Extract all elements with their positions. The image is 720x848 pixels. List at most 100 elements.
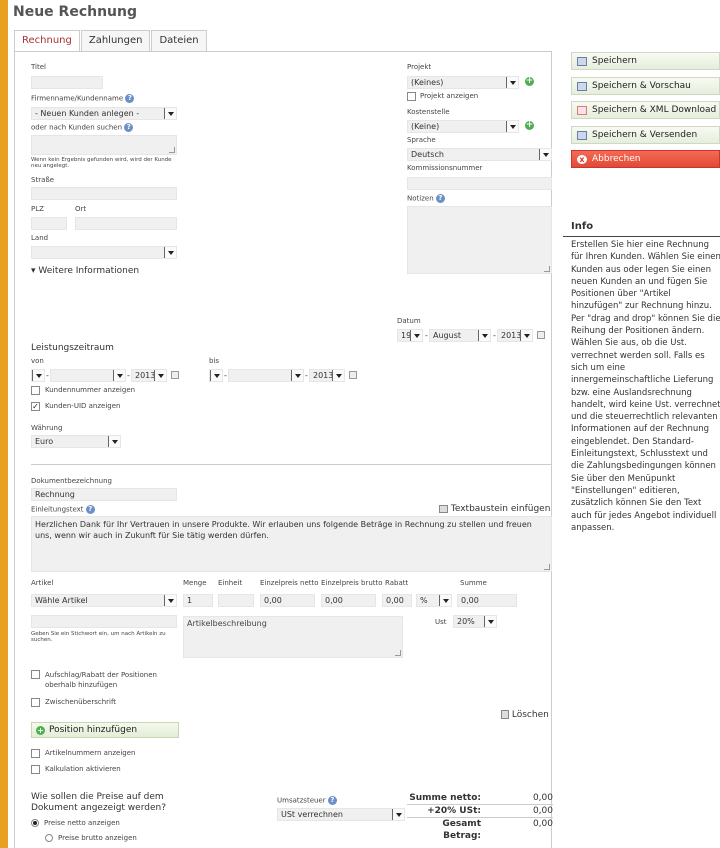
land-label: Land: [31, 234, 49, 242]
help-icon[interactable]: ?: [327, 796, 337, 805]
datum-day-select[interactable]: 19: [397, 329, 423, 342]
preise-netto-label: Preise netto anzeigen: [44, 819, 120, 827]
date-separator: -: [493, 331, 496, 340]
zwischenueberschrift-checkbox[interactable]: [31, 698, 40, 707]
tab-dateien[interactable]: Dateien: [151, 30, 207, 52]
preise-netto-radio[interactable]: [31, 819, 39, 827]
einleitung-textarea[interactable]: Herzlichen Dank für Ihr Vertrauen in uns…: [31, 516, 552, 572]
dokbez-input[interactable]: Rechnung: [31, 488, 177, 501]
calendar-icon[interactable]: [171, 371, 179, 379]
kundenuid-checkbox[interactable]: ✓: [31, 402, 40, 411]
speichern-versenden-button[interactable]: Speichern & Versenden: [571, 126, 720, 144]
waehrung-select[interactable]: Euro: [31, 435, 121, 448]
von-day-select[interactable]: [31, 369, 45, 382]
ort-input[interactable]: [75, 217, 177, 230]
brutto-input[interactable]: 0,00: [321, 594, 376, 607]
titel-input[interactable]: [31, 76, 103, 89]
netto-input[interactable]: 0,00: [260, 594, 315, 607]
projekt-select[interactable]: (Keines): [407, 76, 519, 89]
chevron-down-icon: [539, 149, 551, 160]
einheit-input[interactable]: [218, 594, 254, 607]
preview-icon: [577, 81, 587, 91]
calendar-icon[interactable]: [349, 371, 357, 379]
tab-zahlungen[interactable]: Zahlungen: [80, 30, 151, 52]
chevron-down-icon: [164, 595, 176, 606]
bis-year-select[interactable]: 2013: [309, 369, 345, 382]
textbaustein-button[interactable]: Textbaustein einfügen: [439, 504, 550, 514]
kommission-input[interactable]: [407, 177, 552, 190]
land-select[interactable]: [31, 246, 177, 259]
sprache-label: Sprache: [407, 136, 436, 144]
bis-month-select[interactable]: [228, 369, 304, 382]
speichern-button[interactable]: Speichern: [571, 52, 720, 70]
calendar-icon[interactable]: [537, 331, 545, 339]
waehrung-label: Währung: [31, 424, 63, 432]
trash-icon: [501, 710, 509, 719]
help-icon[interactable]: ?: [85, 505, 95, 514]
artikel-stichwort-input[interactable]: [31, 615, 177, 628]
summe-value: 0,00: [457, 594, 517, 607]
position-hinzufuegen-button[interactable]: + Position hinzufügen: [31, 722, 179, 738]
kunden-suche-input[interactable]: [31, 135, 177, 155]
ust-select[interactable]: 20%: [453, 615, 497, 628]
kostenstelle-select[interactable]: (Keine): [407, 120, 519, 133]
chevron-down-icon: [332, 370, 344, 381]
mail-icon: [577, 130, 587, 140]
date-separator: -: [305, 371, 308, 380]
add-projekt-icon[interactable]: +: [525, 77, 534, 86]
plz-input[interactable]: [31, 217, 67, 230]
weitere-informationen-toggle[interactable]: ▾ Weitere Informationen: [31, 266, 139, 276]
help-icon[interactable]: ?: [124, 123, 134, 132]
rabatt-input[interactable]: 0,00: [382, 594, 412, 607]
projekt-anzeigen-checkbox[interactable]: [407, 92, 416, 101]
kommission-label: Kommissionsnummer: [407, 164, 483, 172]
add-kostenstelle-icon[interactable]: +: [525, 121, 534, 130]
summe-netto-label: Summe netto:: [409, 793, 481, 803]
artikelnummern-checkbox[interactable]: [31, 749, 40, 758]
kalkulation-checkbox[interactable]: [31, 765, 40, 774]
aufschlag-checkbox[interactable]: [31, 670, 40, 679]
speichern-vorschau-button[interactable]: Speichern & Vorschau: [571, 77, 720, 95]
rabatt-unit-select[interactable]: %: [416, 594, 452, 607]
chevron-down-icon: [164, 247, 176, 258]
tab-rechnung[interactable]: Rechnung: [14, 30, 80, 53]
von-year-select[interactable]: 2013: [131, 369, 167, 382]
loeschen-button[interactable]: Löschen: [501, 710, 549, 720]
titel-label: Titel: [31, 63, 47, 71]
bis-day-select[interactable]: [209, 369, 223, 382]
menge-input[interactable]: 1: [183, 594, 213, 607]
artikelbeschreibung-textarea[interactable]: Artikelbeschreibung: [183, 616, 403, 658]
speichern-xml-button[interactable]: Speichern & XML Download: [571, 101, 720, 119]
strasse-label: Straße: [31, 176, 55, 184]
von-month-select[interactable]: [50, 369, 126, 382]
umsatzsteuer-select[interactable]: USt verrechnen: [277, 808, 405, 821]
firma-select[interactable]: - Neuen Kunden anlegen -: [31, 107, 177, 120]
artikel-select[interactable]: Wähle Artikel: [31, 594, 177, 607]
resize-grip-icon[interactable]: [169, 147, 175, 153]
strasse-input[interactable]: [31, 187, 177, 200]
kostenstelle-label: Kostenstelle: [407, 108, 450, 116]
kundennummer-checkbox[interactable]: [31, 386, 40, 395]
stichwort-hint: Geben Sie ein Stichwort ein, um nach Art…: [31, 631, 166, 643]
preise-brutto-radio[interactable]: [45, 834, 53, 842]
tab-bar: Rechnung Zahlungen Dateien: [14, 30, 208, 53]
resize-grip-icon[interactable]: [544, 266, 550, 272]
chevron-down-icon: [520, 330, 532, 341]
totals-divider: [407, 804, 553, 805]
datum-month-select[interactable]: August: [429, 329, 491, 342]
ust-total-value: 0,00: [532, 806, 553, 816]
sprache-select[interactable]: Deutsch: [407, 148, 552, 161]
datum-year-select[interactable]: 2013: [497, 329, 533, 342]
resize-grip-icon[interactable]: [395, 650, 401, 656]
chevron-down-icon: [291, 370, 303, 381]
xml-icon: [577, 105, 587, 115]
totals-divider: [407, 817, 553, 818]
abbrechen-button[interactable]: x Abbrechen: [571, 150, 720, 168]
projekt-label: Projekt: [407, 63, 432, 71]
help-icon[interactable]: ?: [125, 94, 135, 103]
notizen-input[interactable]: [407, 206, 552, 274]
help-icon[interactable]: ?: [435, 194, 445, 203]
zwischenueberschrift-label: Zwischenüberschrift: [45, 698, 117, 706]
resize-grip-icon[interactable]: [544, 564, 550, 570]
summe-netto-value: 0,00: [532, 793, 553, 803]
